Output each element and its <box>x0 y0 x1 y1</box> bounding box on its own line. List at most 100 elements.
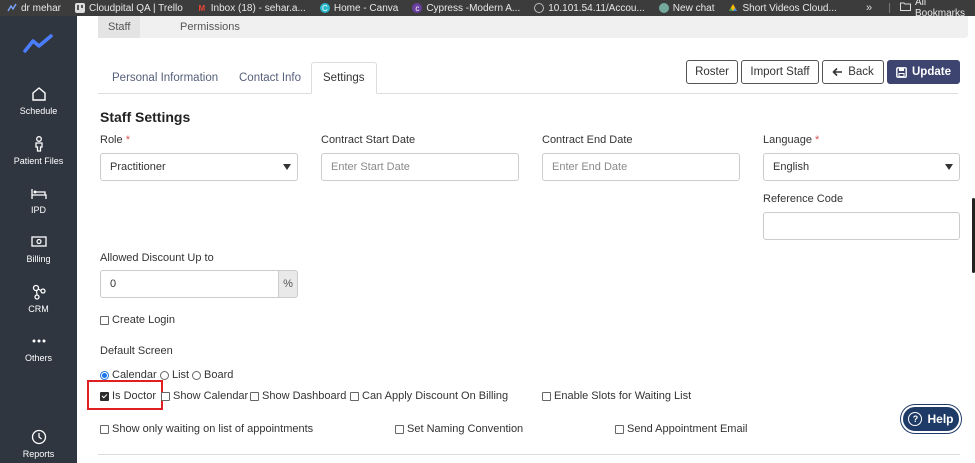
roster-button[interactable]: Roster <box>686 60 738 84</box>
import-staff-button[interactable]: Import Staff <box>741 60 819 84</box>
chatgpt-icon <box>658 3 669 13</box>
reference-code-input[interactable] <box>763 212 960 240</box>
bookmark-ip-address[interactable]: 10.101.54.11/Accou... <box>527 3 652 14</box>
bed-icon <box>30 189 47 199</box>
canva-icon: C <box>319 3 330 13</box>
role-select[interactable]: Practitioner <box>100 153 298 181</box>
sidebar-item-label: IPD <box>30 205 46 215</box>
sidebar-item-schedule[interactable]: Schedule <box>0 85 77 116</box>
bookmarks-divider <box>889 3 890 13</box>
save-icon <box>896 66 907 78</box>
radio-list[interactable]: List <box>160 369 189 381</box>
caret-down-icon <box>945 164 953 170</box>
caret-down-icon <box>283 164 291 170</box>
gmail-icon: M <box>198 3 206 13</box>
bookmark-icon <box>7 3 17 13</box>
question-icon: ? <box>908 412 923 426</box>
folder-icon <box>900 2 911 14</box>
main-content: Staff Permissions Personal Information C… <box>77 16 975 463</box>
language-label: Language * <box>763 134 820 146</box>
more-bookmarks-icon[interactable]: » <box>866 0 872 16</box>
drive-icon <box>728 3 738 13</box>
sidebar-item-label: Schedule <box>19 106 58 116</box>
sidebar-item-patient-files[interactable]: Patient Files <box>0 135 77 166</box>
tab-staff[interactable]: Staff <box>98 16 141 38</box>
clock-icon <box>31 429 46 445</box>
set-naming-convention-checkbox[interactable]: Set Naming Convention <box>395 423 523 435</box>
bookmark-short-videos[interactable]: Short Videos Cloud... <box>721 3 843 14</box>
app-logo[interactable] <box>23 34 53 54</box>
checkbox-box[interactable] <box>615 424 624 434</box>
show-calendar-checkbox[interactable]: Show Calendar <box>161 390 248 402</box>
help-button[interactable]: ? Help <box>901 405 961 433</box>
checkbox-box[interactable] <box>542 391 551 401</box>
send-appointment-email-checkbox[interactable]: Send Appointment Email <box>615 423 747 435</box>
globe-icon <box>534 3 545 13</box>
tab-permissions[interactable]: Permissions <box>180 16 240 38</box>
sidebar-item-billing[interactable]: Billing <box>0 233 77 264</box>
contract-start-label: Contract Start Date <box>321 134 416 146</box>
sidebar-item-label: Patient Files <box>13 156 64 166</box>
sidebar: Schedule Patient Files IPD Billing CRM O… <box>0 16 77 463</box>
radio-button[interactable] <box>160 370 169 380</box>
discount-input[interactable]: 0 <box>100 270 279 298</box>
cypress-icon: c <box>412 3 423 13</box>
trello-icon <box>75 3 86 13</box>
radio-button[interactable] <box>100 370 109 380</box>
bookmark-dr-mehar[interactable]: dr mehar <box>0 3 68 14</box>
checkbox-box[interactable] <box>161 391 170 401</box>
sidebar-item-others[interactable]: Others <box>0 332 77 363</box>
contract-start-input[interactable]: Enter Start Date <box>321 153 519 181</box>
checkbox-box[interactable] <box>250 391 259 401</box>
can-apply-discount-checkbox[interactable]: Can Apply Discount On Billing <box>350 390 508 402</box>
home-icon <box>31 87 46 101</box>
sidebar-item-label: CRM <box>28 304 49 314</box>
sidebar-item-ipd[interactable]: IPD <box>0 184 77 215</box>
sidebar-item-crm[interactable]: CRM <box>0 283 77 314</box>
sidebar-item-label: Billing <box>26 254 51 264</box>
contract-end-label: Contract End Date <box>542 134 633 146</box>
required-mark: * <box>125 134 130 146</box>
bookmark-gmail[interactable]: M Inbox (18) - sehar.a... <box>190 3 313 14</box>
section-divider <box>98 454 960 455</box>
sidebar-item-reports[interactable]: Reports <box>0 428 77 459</box>
create-login-checkbox[interactable]: Create Login <box>100 314 175 326</box>
sidebar-item-label: Others <box>24 353 52 363</box>
radio-board[interactable]: Board <box>192 369 233 381</box>
back-button[interactable]: Back <box>822 60 884 84</box>
enable-slots-checkbox[interactable]: Enable Slots for Waiting List <box>542 390 691 402</box>
annotation-highlight-box <box>87 380 163 410</box>
reference-code-label: Reference Code <box>763 193 844 205</box>
tab-personal-information[interactable]: Personal Information <box>112 62 218 94</box>
checkbox-box[interactable] <box>100 424 109 434</box>
contract-end-input[interactable]: Enter End Date <box>542 153 740 181</box>
tab-settings[interactable]: Settings <box>311 62 377 94</box>
radio-button[interactable] <box>192 370 201 380</box>
bookmarks-bar: dr mehar Cloudpital QA | Trello M Inbox … <box>0 0 975 16</box>
more-dots-icon <box>32 339 45 343</box>
checkbox-box[interactable] <box>100 315 109 325</box>
arrow-left-icon <box>832 67 843 77</box>
bookmark-cypress[interactable]: c Cypress -Modern A... <box>405 3 527 14</box>
discount-label: Allowed Discount Up to <box>100 252 214 264</box>
percent-addon: % <box>278 270 298 298</box>
section-title: Staff Settings <box>100 109 191 125</box>
person-icon <box>34 136 43 152</box>
sidebar-item-label: Reports <box>22 449 55 459</box>
update-button[interactable]: Update <box>887 60 960 84</box>
all-bookmarks[interactable]: All Bookmarks <box>900 0 975 19</box>
bookmark-new-chat[interactable]: New chat <box>652 3 722 14</box>
checkbox-box[interactable] <box>395 424 404 434</box>
role-label: Role * <box>100 134 130 146</box>
tab-contact-info[interactable]: Contact Info <box>239 62 301 94</box>
required-mark: * <box>815 134 820 146</box>
language-select[interactable]: English <box>763 153 960 181</box>
checkbox-box[interactable] <box>350 391 359 401</box>
money-icon <box>30 236 47 247</box>
network-icon <box>32 284 46 300</box>
bookmark-trello[interactable]: Cloudpital QA | Trello <box>68 3 190 14</box>
show-dashboard-checkbox[interactable]: Show Dashboard <box>250 390 346 402</box>
top-tabs: Staff Permissions <box>98 16 968 38</box>
bookmark-canva[interactable]: C Home - Canva <box>313 3 405 14</box>
show-only-waiting-checkbox[interactable]: Show only waiting on list of appointment… <box>100 423 313 435</box>
